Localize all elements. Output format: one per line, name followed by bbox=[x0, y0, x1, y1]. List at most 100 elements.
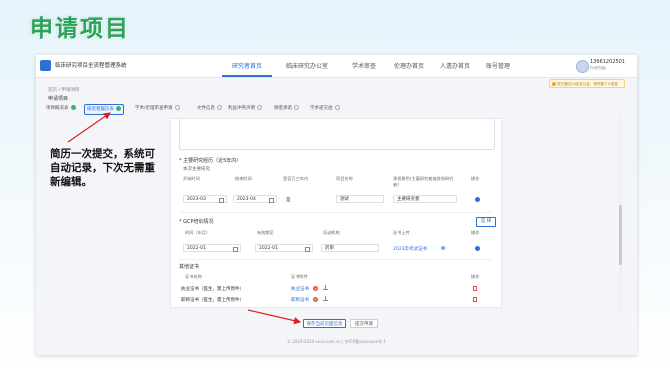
step-dot-icon bbox=[334, 105, 340, 110]
step-dot-icon bbox=[174, 105, 180, 110]
step-confidentiality[interactable]: 保密承诺 bbox=[274, 104, 299, 113]
edit-icon[interactable] bbox=[475, 197, 480, 202]
edit-icon[interactable] bbox=[475, 246, 480, 251]
col-header-gcp-file: 证书上传 bbox=[393, 230, 410, 235]
delete-icon[interactable] bbox=[473, 297, 477, 302]
step-tabs: 项目概况表 研究者履历表 学术/伦理审查申请 文件信息 利益冲突声明 保密承诺 … bbox=[46, 104, 606, 115]
slide-title: 申请项目 bbox=[30, 16, 130, 42]
calendar-icon bbox=[305, 247, 310, 252]
gcp-org-value: 药审 bbox=[325, 246, 334, 251]
role-input[interactable]: 主要研究者 bbox=[393, 195, 457, 203]
step-label: 项目概况表 bbox=[46, 106, 69, 111]
save-button[interactable]: 保存当前页面信息 bbox=[303, 319, 346, 328]
col-header-project-name: 项目名称 bbox=[336, 176, 353, 181]
end-date-value: 2023-04 bbox=[237, 197, 256, 202]
active-tab-indicator bbox=[222, 75, 272, 77]
role-value: 主要研究者 bbox=[397, 197, 420, 202]
col-header-actions: 操作 bbox=[471, 176, 480, 181]
app-window: 临床研究项目全流程管理系统 研究者首页 临床研究办公室 学术审查 伦理办首页 人… bbox=[36, 55, 637, 355]
app-logo-icon bbox=[40, 60, 51, 71]
gcp-time-value: 2022-01 bbox=[187, 246, 206, 251]
footer: © 2019-2024 xxxx.com.cn | 京ICP备xxxxxxxx号… bbox=[287, 339, 386, 344]
nav-tab-ethics-home[interactable]: 伦理办首页 bbox=[394, 61, 424, 70]
nav-tab-clinical-office[interactable]: 临床研究办公室 bbox=[286, 61, 328, 70]
project-section-title: * 主要研究经历（近5年内） bbox=[179, 158, 242, 164]
project-name-input[interactable]: 测试 bbox=[336, 195, 384, 203]
nav-tab-academic-review[interactable]: 学术审查 bbox=[352, 61, 376, 70]
step-review-application[interactable]: 学术/伦理审查申请 bbox=[135, 104, 180, 113]
check-icon bbox=[116, 106, 121, 111]
step-file-info[interactable]: 文件信息 bbox=[197, 104, 222, 113]
gcp-time-input[interactable]: 2022-01 bbox=[183, 244, 241, 252]
col-header-gcp-org: 培训机构 bbox=[323, 230, 340, 235]
breadcrumb: 首页 / 申请项目 bbox=[48, 88, 80, 93]
step-submission-letter[interactable]: 学术递交函 bbox=[310, 104, 340, 113]
remove-file-icon[interactable]: × bbox=[313, 297, 318, 302]
step-project-overview[interactable]: 项目概况表 bbox=[46, 104, 76, 113]
user-avatar[interactable] bbox=[576, 60, 589, 73]
step-label: 保密承诺 bbox=[274, 106, 292, 111]
col-header-cert-name: 证书名称 bbox=[185, 274, 202, 279]
app-name: 临床研究项目全流程管理系统 bbox=[55, 63, 127, 69]
col-header-cert-file: 证书附件 bbox=[291, 274, 308, 279]
start-date-value: 2023-03 bbox=[187, 197, 206, 202]
scrollbar-thumb[interactable] bbox=[619, 205, 622, 265]
nav-tab-researcher-home[interactable]: 研究者首页 bbox=[232, 61, 262, 70]
step-label: 学术/伦理审查申请 bbox=[135, 106, 173, 111]
col-header-within3: 是否已三年内 bbox=[283, 176, 309, 181]
delete-icon[interactable] bbox=[473, 286, 477, 291]
col-header-cert-actions: 操作 bbox=[471, 274, 480, 279]
gcp-org-input[interactable]: 药审 bbox=[321, 244, 379, 252]
page-title: 申请项目 bbox=[48, 96, 69, 102]
step-dot-icon bbox=[294, 105, 299, 110]
start-date-input[interactable]: 2023-03 bbox=[183, 195, 227, 203]
gcp-certificate-link[interactable]: 2023年考试证书 bbox=[393, 246, 427, 252]
user-role: PI(研究者) bbox=[590, 66, 607, 70]
project-section-subtitle: 本次主要研究 bbox=[183, 167, 210, 172]
step-dot-icon bbox=[217, 105, 222, 110]
divider bbox=[179, 212, 493, 213]
step-dot-icon bbox=[257, 105, 262, 110]
col-header-gcp-time: 时间（年月） bbox=[185, 230, 211, 235]
calendar-icon bbox=[219, 198, 224, 203]
col-header-start: 开始时间 bbox=[183, 176, 200, 181]
within3-value: 是 bbox=[286, 198, 291, 203]
description-textarea[interactable] bbox=[179, 119, 495, 150]
cert-section-title: 其他证书 bbox=[179, 264, 200, 270]
nav-tab-account[interactable]: 账号管理 bbox=[486, 61, 510, 70]
step-label: 利益冲突声明 bbox=[228, 106, 255, 111]
step-conflict-declaration[interactable]: 利益冲突声明 bbox=[228, 104, 262, 113]
upload-icon[interactable] bbox=[323, 285, 328, 290]
col-header-role: 承担角色(主要研究者或其他研究者) bbox=[393, 176, 454, 187]
select-button[interactable]: 选 择 bbox=[476, 217, 496, 227]
user-phone[interactable]: 13661202501 bbox=[590, 59, 625, 65]
step-label: 研究者履历表 bbox=[87, 107, 114, 112]
gcp-section-title: * GCP培训情况 bbox=[179, 219, 214, 225]
cert-file-link-2[interactable]: 职称证书 bbox=[291, 297, 309, 303]
divider bbox=[179, 259, 493, 260]
col-header-end: 结束时间 bbox=[235, 176, 252, 181]
nav-tab-hgr-home[interactable]: 人遗办首页 bbox=[440, 61, 470, 70]
col-header-gcp-valid: 有效期至 bbox=[257, 230, 274, 235]
end-date-input[interactable]: 2023-04 bbox=[233, 195, 277, 203]
project-name-value: 测试 bbox=[340, 197, 349, 202]
upload-icon[interactable] bbox=[323, 296, 328, 301]
check-icon bbox=[70, 105, 76, 110]
remove-file-icon[interactable]: × bbox=[313, 286, 318, 291]
col-header-gcp-actions: 操作 bbox=[471, 230, 480, 235]
gcp-valid-input[interactable]: 2022-01 bbox=[255, 244, 313, 252]
notice-banner: 您已通过CA实名认证，请完善个人信息 bbox=[549, 79, 625, 88]
annotation-text: 简历一次提交，系统可自动记录，下次无需重新编辑。 bbox=[50, 148, 155, 188]
submit-button[interactable]: 提交申请 bbox=[350, 319, 378, 328]
gcp-valid-value: 2022-01 bbox=[259, 246, 278, 251]
notice-text: 您已通过CA实名认证，请完善个人信息 bbox=[557, 82, 618, 86]
eye-icon[interactable] bbox=[441, 246, 445, 250]
calendar-icon bbox=[269, 198, 274, 203]
step-label: 学术递交函 bbox=[310, 106, 333, 111]
cert-file-link-1[interactable]: 执业证书 bbox=[291, 286, 309, 292]
step-researcher-resume[interactable]: 研究者履历表 bbox=[84, 104, 124, 115]
warning-icon bbox=[552, 82, 556, 86]
calendar-icon bbox=[233, 247, 238, 252]
step-label: 文件信息 bbox=[197, 106, 215, 111]
app-header: 临床研究项目全流程管理系统 研究者首页 临床研究办公室 学术审查 伦理办首页 人… bbox=[36, 55, 637, 78]
